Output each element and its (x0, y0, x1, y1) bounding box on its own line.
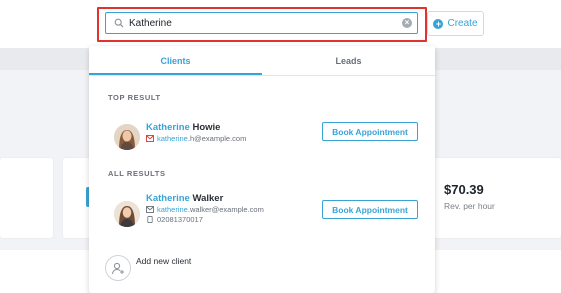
client-email: katherine.h@example.com (146, 134, 246, 143)
phone-number: 02081370017 (157, 215, 203, 224)
search-results-dropdown: Clients Leads TOP RESULT Katherine Howie (89, 46, 435, 293)
book-appointment-button[interactable]: Book Appointment (322, 122, 418, 141)
page: $70.39 Rev. per hour × + Create Clients … (0, 0, 561, 293)
client-phone: 02081370017 (146, 215, 203, 224)
tab-leads[interactable]: Leads (262, 46, 435, 76)
name-match: Katherine (146, 122, 190, 133)
book-appointment-button[interactable]: Book Appointment (322, 200, 418, 219)
avatar (114, 124, 140, 150)
revenue-card (432, 158, 561, 238)
active-tab-indicator (89, 73, 262, 75)
envelope-icon (146, 135, 154, 142)
list-item[interactable]: Katherine Walker katherine.walker@exampl… (89, 191, 435, 231)
add-new-client-label: Add new client (136, 256, 192, 266)
name-rest: Walker (189, 193, 224, 204)
plus-circle-icon: + (433, 18, 444, 29)
revenue-value: $70.39 (444, 182, 484, 197)
envelope-icon (146, 206, 154, 213)
client-name: Katherine Howie (146, 122, 220, 133)
top-result-title: TOP RESULT (108, 93, 161, 102)
result-tabs: Clients Leads (89, 46, 435, 76)
create-button-label: Create (447, 18, 478, 29)
email-rest: .walker@example.com (187, 205, 264, 214)
phone-icon (147, 216, 153, 223)
tab-clients[interactable]: Clients (89, 46, 262, 76)
all-results-title: ALL RESULTS (108, 169, 166, 178)
avatar (114, 201, 140, 227)
email-match: katherine (157, 134, 188, 143)
background-card (0, 158, 53, 238)
name-rest: Howie (189, 122, 221, 133)
name-match: Katherine (146, 193, 190, 204)
add-new-client-item[interactable]: Add new client (89, 249, 435, 289)
create-button[interactable]: + Create (427, 11, 484, 36)
revenue-label: Rev. per hour (444, 201, 495, 211)
client-email: katherine.walker@example.com (146, 205, 264, 214)
search-highlight-box (97, 7, 427, 42)
add-user-icon (105, 255, 131, 281)
email-match: katherine (157, 205, 188, 214)
client-name: Katherine Walker (146, 193, 223, 204)
email-rest: .h@example.com (187, 134, 247, 143)
top-result-item[interactable]: Katherine Howie katherine.h@example.com … (89, 118, 435, 158)
